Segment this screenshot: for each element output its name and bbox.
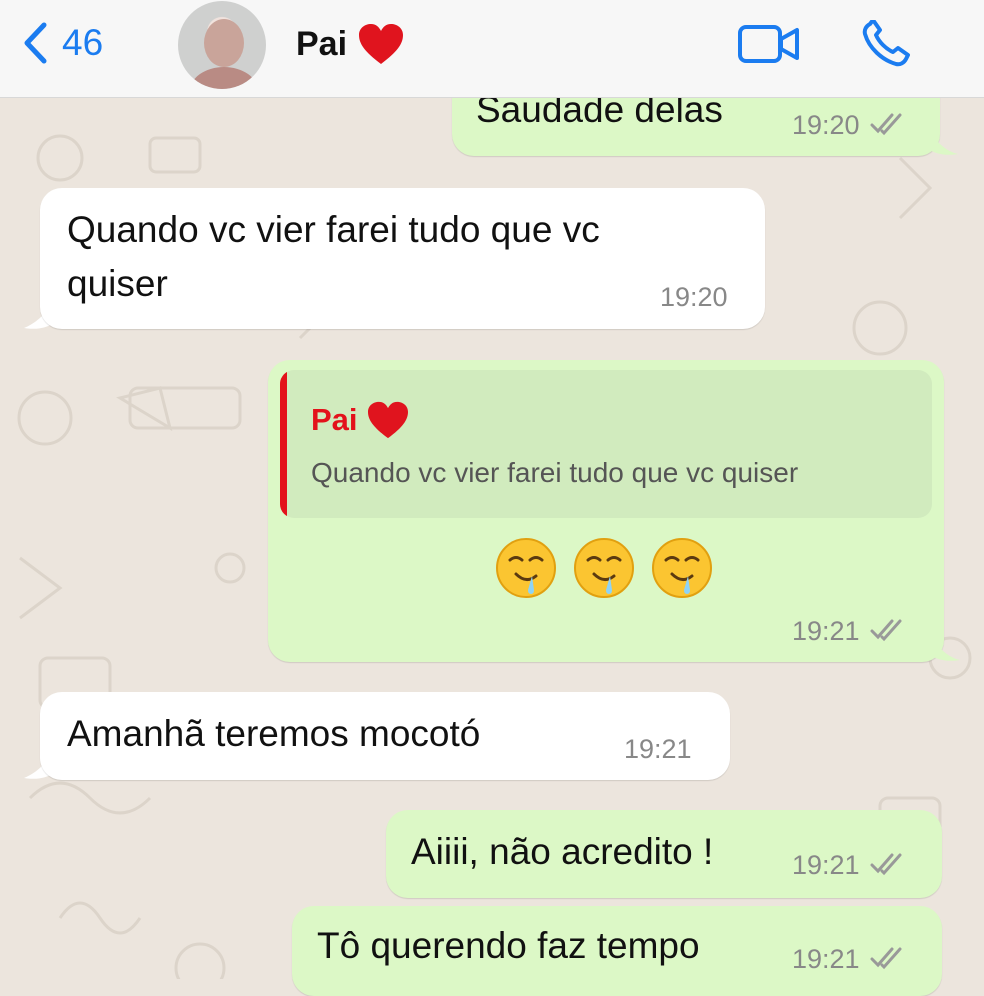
message-text-line-1: Quando vc vier farei tudo que vc	[67, 209, 600, 250]
message-text: Aiiii, não acredito !	[411, 831, 714, 872]
bubble-tail	[932, 638, 960, 661]
message-time: 19:21	[792, 944, 860, 974]
message-time: 19:21	[792, 616, 860, 646]
avatar[interactable]	[178, 1, 266, 89]
voice-call-button[interactable]	[860, 18, 916, 73]
message-time: 19:20	[792, 110, 860, 140]
message-bubble-incoming[interactable]: Quando vc vier farei tudo que vc quiser …	[40, 188, 765, 329]
emoji-row	[494, 536, 714, 600]
chevron-left-icon	[24, 22, 47, 64]
message-time: 19:21	[624, 734, 692, 764]
drooling-face-icon	[574, 538, 634, 598]
message-text: Tô querendo faz tempo	[317, 925, 700, 966]
contact-name[interactable]: Pai	[296, 22, 405, 66]
read-ticks-icon	[870, 853, 902, 876]
read-ticks-icon	[870, 619, 902, 642]
chat-header: 46 Pai	[0, 0, 984, 98]
message-bubble-outgoing[interactable]: Aiiii, não acredito ! 19:21	[386, 810, 942, 898]
red-heart-icon	[359, 24, 404, 64]
video-camera-icon	[738, 25, 799, 63]
message-bubble-outgoing-reply[interactable]: Pai Quando vc vier farei tudo que vc qui…	[268, 360, 944, 662]
message-bubble-outgoing[interactable]: Tô querendo faz tempo 19:21	[292, 906, 942, 996]
message-text: Amanhã teremos mocotó	[67, 713, 481, 754]
red-heart-icon	[367, 401, 408, 439]
quote-text: Quando vc vier farei tudo que vc quiser	[311, 457, 799, 488]
drooling-face-icon	[496, 538, 556, 598]
message-bubble-incoming[interactable]: Amanhã teremos mocotó 19:21	[40, 692, 730, 780]
quote-accent-bar	[280, 370, 287, 518]
contact-name-text: Pai	[296, 24, 348, 63]
quote-author-text: Pai	[311, 402, 358, 437]
unread-count: 46	[62, 22, 104, 63]
message-text-line-2: quiser	[67, 263, 168, 304]
phone-icon	[862, 18, 910, 67]
read-ticks-icon	[870, 113, 902, 136]
back-button[interactable]: 46	[22, 22, 103, 64]
message-time: 19:20	[660, 282, 728, 312]
bubble-tail	[930, 132, 958, 155]
read-ticks-icon	[870, 947, 902, 970]
video-call-button[interactable]	[737, 24, 801, 69]
message-time: 19:21	[792, 850, 860, 880]
drooling-face-icon	[652, 538, 712, 598]
quote-author: Pai	[311, 400, 410, 440]
quoted-message[interactable]: Pai Quando vc vier farei tudo que vc qui…	[280, 370, 932, 518]
person-photo	[190, 19, 258, 89]
